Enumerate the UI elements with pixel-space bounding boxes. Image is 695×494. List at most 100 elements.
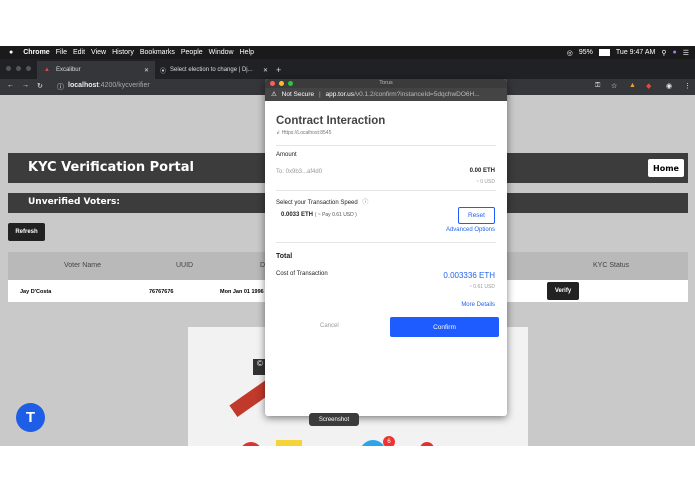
menubar-app-name[interactable]: Chrome <box>23 49 49 56</box>
apple-icon[interactable]: ● <box>9 49 13 56</box>
confirm-button[interactable]: Confirm <box>390 317 499 337</box>
torus-wallet-button[interactable]: T <box>16 403 45 432</box>
column-header-voter-name: Voter Name <box>64 262 101 269</box>
amount-usd: ~ 0 USD <box>475 179 495 185</box>
dock-app-icon[interactable] <box>240 442 262 446</box>
voter-date: Mon Jan 01 1996 <box>220 289 264 295</box>
notification-center-icon[interactable]: ☰ <box>683 49 689 57</box>
speed-usd: ( ~ Pay 0.61 USD ) <box>314 212 357 218</box>
speed-value: 0.0033 ETH ( ~ Pay 0.61 USD ) <box>281 212 357 218</box>
menu-window[interactable]: Window <box>209 49 234 56</box>
tab-select-election[interactable]: ⦿ Select election to change | Dj... ✕ <box>155 61 273 79</box>
key-icon[interactable]: ⚿ <box>595 82 600 90</box>
menu-edit[interactable]: Edit <box>73 49 85 56</box>
popup-window-title: Torus <box>379 80 393 86</box>
advanced-options-link[interactable]: Advanced Options <box>446 227 495 233</box>
recipient-address: To: 0x9b3...af4d0 <box>276 169 323 175</box>
tab-label: Select election to change | Dj... <box>170 67 253 73</box>
speed-label: Select your Transaction Speed ⓘ <box>276 197 368 206</box>
network-url: Https://Localhost:8545 <box>281 130 332 136</box>
more-details-link[interactable]: More Details <box>461 302 495 308</box>
spotlight-icon[interactable]: ⚲ <box>661 49 666 57</box>
popup-url-path: /v0.1.2/confirm?instanceId=5dqchwDO6H... <box>354 91 480 98</box>
wifi-icon[interactable]: ◎ <box>567 49 573 57</box>
url-separator: | <box>318 91 321 98</box>
total-label: Total <box>276 253 293 260</box>
menu-bookmarks[interactable]: Bookmarks <box>140 49 175 56</box>
refresh-button[interactable]: Refresh <box>8 223 45 241</box>
url-host: localhost <box>68 82 99 89</box>
battery-percent: 95% <box>578 49 593 56</box>
back-icon[interactable]: ← <box>7 82 14 89</box>
section-title: Unverified Voters: <box>28 197 121 207</box>
cancel-button[interactable]: Cancel <box>320 323 339 329</box>
network-icon: ↲ <box>276 130 281 136</box>
verify-button[interactable]: Verify <box>547 282 579 300</box>
divider <box>276 190 496 191</box>
macos-menubar: ● Chrome File Edit View History Bookmark… <box>0 46 695 59</box>
excalibur-favicon: ▲ <box>44 67 50 73</box>
divider <box>276 145 496 146</box>
cost-eth: 0.003336 ETH <box>443 271 495 280</box>
bookmark-star-icon[interactable]: ☆ <box>611 82 617 90</box>
menu-history[interactable]: History <box>112 49 134 56</box>
popup-title-bar: Torus <box>265 79 507 88</box>
django-favicon: ⦿ <box>160 68 167 75</box>
voter-name: Jay D'Costa <box>20 289 52 295</box>
dock-app-icon[interactable] <box>276 440 302 446</box>
home-button[interactable]: Home <box>648 159 684 177</box>
popup-close-button[interactable] <box>270 81 275 86</box>
speed-label-text: Select your Transaction Speed <box>276 200 358 206</box>
column-header-uuid: UUID <box>176 262 194 269</box>
close-icon[interactable]: ✕ <box>263 67 268 74</box>
forward-icon[interactable]: → <box>22 82 29 89</box>
url-path: :4200/kycverifier <box>98 82 150 89</box>
cost-usd: ~ 0.61 USD <box>469 284 495 290</box>
cost-label: Cost of Transaction <box>276 271 328 277</box>
close-icon[interactable]: ✕ <box>144 67 149 74</box>
popup-zoom-button[interactable] <box>288 81 293 86</box>
battery-icon[interactable] <box>598 49 610 56</box>
tab-label: Excalibur <box>55 67 81 73</box>
not-secure-label: Not Secure <box>281 91 315 98</box>
extension-icon[interactable]: ◆ <box>646 82 651 90</box>
popup-url-host: app.tor.us <box>325 91 355 98</box>
network-row: ↲ Https://Localhost:8545 <box>276 130 331 136</box>
reset-button[interactable]: Reset <box>458 207 495 224</box>
warning-icon: ⚠ <box>271 91 277 98</box>
speed-eth: 0.0033 ETH <box>281 212 314 218</box>
new-tab-button[interactable]: + <box>276 61 281 79</box>
window-zoom-button[interactable] <box>26 66 31 71</box>
help-icon[interactable]: ⓘ <box>362 200 368 206</box>
profile-avatar-icon[interactable]: ◉ <box>666 82 672 90</box>
reload-icon[interactable]: ↻ <box>37 82 43 90</box>
dock-strip: 6 <box>230 436 440 446</box>
browser-tab-bar: ▲ Excalibur ✕ ⦿ Select election to chang… <box>0 59 695 79</box>
more-menu-icon[interactable]: ⋮ <box>684 82 691 90</box>
menu-file[interactable]: File <box>56 49 67 56</box>
window-close-button[interactable] <box>6 66 11 71</box>
page-title: KYC Verification Portal <box>28 160 194 175</box>
popup-minimize-button[interactable] <box>279 81 284 86</box>
extension-icon[interactable]: ▲ <box>629 82 636 89</box>
amount-eth: 0.00 ETH <box>469 168 495 174</box>
menu-people[interactable]: People <box>181 49 203 56</box>
dock-app-icon[interactable] <box>420 442 434 446</box>
popup-heading: Contract Interaction <box>276 115 386 127</box>
menu-help[interactable]: Help <box>240 49 254 56</box>
voter-uuid: 76767676 <box>149 289 174 295</box>
tab-excalibur[interactable]: ▲ Excalibur ✕ <box>37 61 155 79</box>
clock[interactable]: Tue 9:47 AM <box>616 49 655 56</box>
column-header-kyc-status: KYC Status <box>593 262 630 269</box>
screenshot-tooltip: Screenshot <box>309 413 359 426</box>
divider <box>276 242 496 243</box>
siri-icon[interactable]: ● <box>672 49 676 56</box>
address-input[interactable]: localhost:4200/kycverifier <box>68 82 150 89</box>
popup-url-bar: ⚠ Not Secure | app.tor.us/v0.1.2/confirm… <box>265 88 507 101</box>
torus-popup-window: Torus ⚠ Not Secure | app.tor.us/v0.1.2/c… <box>265 79 507 416</box>
info-icon[interactable]: ⓘ <box>57 82 64 92</box>
amount-label: Amount <box>276 152 297 158</box>
dock-badge: 6 <box>383 436 395 446</box>
menu-view[interactable]: View <box>91 49 106 56</box>
window-minimize-button[interactable] <box>16 66 21 71</box>
